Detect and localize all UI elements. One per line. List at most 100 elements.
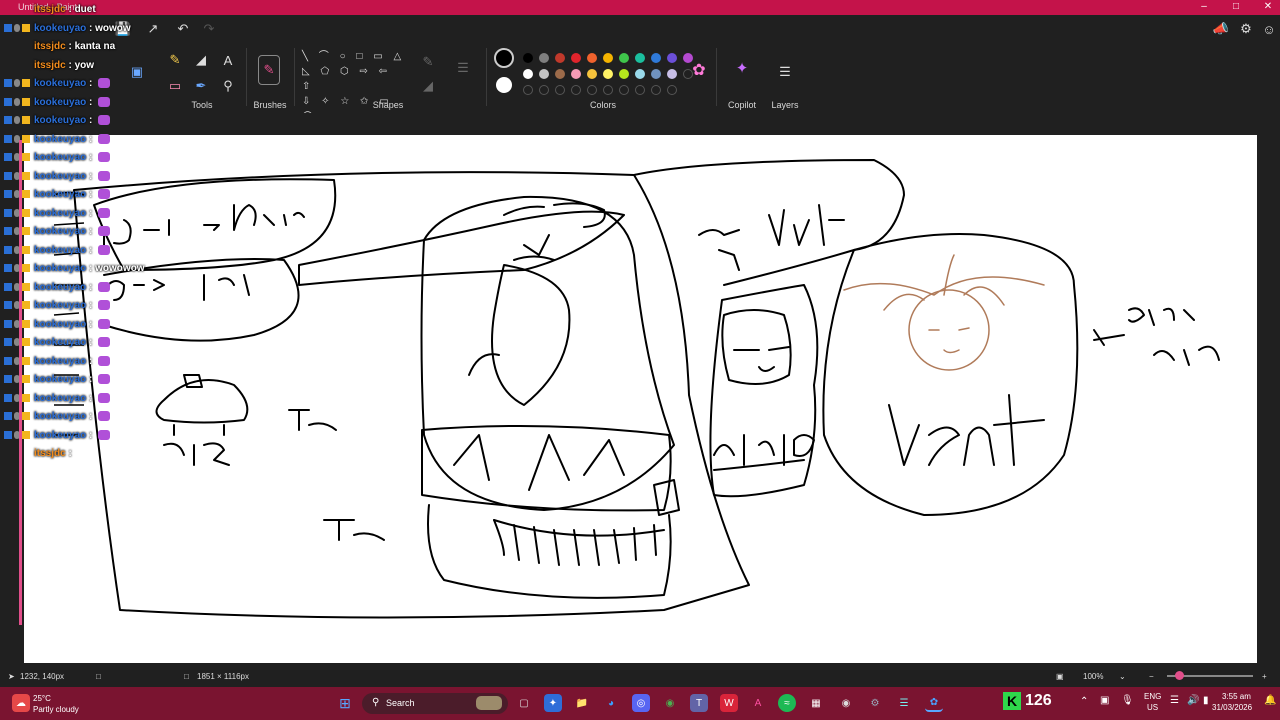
clock-time[interactable]: 3:55 am: [1222, 692, 1251, 701]
primary-color[interactable]: [494, 48, 514, 68]
color-swatch[interactable]: [619, 53, 629, 63]
shapes-group-label: Shapes: [372, 100, 404, 110]
pencil-icon[interactable]: ✎: [164, 49, 186, 71]
color-picker-icon[interactable]: ✒: [190, 75, 212, 97]
brush-icon[interactable]: ✎: [258, 55, 280, 85]
microphone-icon[interactable]: 🎙: [1121, 695, 1134, 706]
color-swatch[interactable]: [635, 69, 645, 79]
secondary-color[interactable]: [496, 77, 512, 93]
fill-icon[interactable]: ◢: [190, 49, 212, 71]
taskbar: ☁ 25°C Partly cloudy ⊞ ⚲ Search ▢ ✦ 📁 ◕ …: [0, 687, 1280, 720]
tray-overflow-icon[interactable]: ⌃: [1080, 696, 1088, 707]
color-swatch[interactable]: [603, 69, 613, 79]
custom-color-slot[interactable]: [651, 85, 661, 95]
maximize-button[interactable]: □: [1220, 0, 1252, 15]
color-swatch[interactable]: [555, 53, 565, 63]
zoom-out-icon[interactable]: −: [1149, 672, 1154, 681]
spotify-icon[interactable]: ≈: [778, 694, 796, 712]
wifi-icon[interactable]: ☰: [1170, 695, 1179, 706]
color-swatch[interactable]: [571, 69, 581, 79]
paint-app-icon[interactable]: ✿: [925, 694, 943, 712]
shape-fill-icon[interactable]: ◢: [417, 75, 439, 97]
notepad-icon[interactable]: ☰: [895, 694, 913, 712]
custom-color-slot[interactable]: [523, 85, 533, 95]
select-icon[interactable]: ▣: [126, 61, 148, 83]
shapes-gallery[interactable]: ╲ ⌒ ○ □ ▭ △◺ ⬠ ⬡ ⇨ ⇦ ⇧⇩ ✧ ☆ ✩ ▭ ◯: [302, 49, 410, 122]
zoom-dropdown-icon[interactable]: ⌄: [1119, 672, 1126, 681]
start-icon[interactable]: ⊞: [336, 694, 354, 712]
color-swatch[interactable]: [523, 53, 533, 63]
edge-icon[interactable]: ◕: [602, 694, 620, 712]
file-explorer-icon[interactable]: 📁: [573, 694, 591, 712]
chat-scroll-bar[interactable]: [19, 140, 22, 625]
color-swatch[interactable]: [555, 69, 565, 79]
shape-size-icon[interactable]: ☰: [452, 57, 474, 79]
status-bar: ➤ 1232, 140px □ □ 1851 × 1116px ▣ 100% ⌄…: [0, 665, 1280, 687]
color-swatch[interactable]: [651, 53, 661, 63]
color-swatch[interactable]: [523, 69, 533, 79]
discord-icon[interactable]: ◎: [632, 694, 650, 712]
feedback-icon[interactable]: 📣: [1210, 18, 1232, 40]
color-swatch[interactable]: [587, 69, 597, 79]
search-box[interactable]: ⚲ Search: [362, 693, 508, 714]
text-icon[interactable]: A: [217, 49, 239, 71]
custom-color-slot[interactable]: [555, 85, 565, 95]
color-swatch[interactable]: [635, 53, 645, 63]
tray-app-icon[interactable]: ▣: [1100, 695, 1109, 706]
undo-icon[interactable]: ↶: [172, 18, 194, 40]
color-swatch[interactable]: [667, 69, 677, 79]
fit-icon[interactable]: ▣: [1056, 672, 1064, 681]
copilot-app-icon[interactable]: ✦: [544, 694, 562, 712]
save-icon[interactable]: 💾: [112, 18, 134, 40]
redo-icon[interactable]: ↷: [198, 18, 220, 40]
custom-color-slot[interactable]: [619, 85, 629, 95]
custom-color-slot[interactable]: [571, 85, 581, 95]
settings-app-icon[interactable]: ⚙: [866, 694, 884, 712]
obs-icon[interactable]: ◉: [837, 694, 855, 712]
canvas-size: 1851 × 1116px: [197, 672, 249, 681]
capcut-icon[interactable]: ▦: [807, 694, 825, 712]
color-swatch[interactable]: [603, 53, 613, 63]
zoom-slider[interactable]: [1167, 671, 1253, 680]
color-swatch[interactable]: [651, 69, 661, 79]
eraser-icon[interactable]: ▭: [164, 75, 186, 97]
custom-color-slot[interactable]: [539, 85, 549, 95]
settings-icon[interactable]: ⚙: [1235, 18, 1257, 40]
edit-colors-icon[interactable]: ✿: [688, 59, 710, 81]
notifications-icon[interactable]: 🔔: [1264, 695, 1276, 706]
language-label[interactable]: ENG: [1144, 692, 1161, 701]
color-swatch[interactable]: [571, 53, 581, 63]
affinity-icon[interactable]: A: [749, 694, 767, 712]
account-icon[interactable]: ☺: [1258, 18, 1280, 40]
minimize-button[interactable]: –: [1188, 0, 1220, 15]
custom-color-slot[interactable]: [603, 85, 613, 95]
shape-outline-icon[interactable]: ✎: [417, 51, 439, 73]
battery-icon[interactable]: ▮: [1203, 695, 1209, 706]
share-icon[interactable]: ↗: [142, 18, 164, 40]
color-swatch[interactable]: [539, 69, 549, 79]
weather-icon[interactable]: ☁: [12, 694, 30, 712]
wps-icon[interactable]: W: [720, 694, 738, 712]
layers-icon[interactable]: ☰: [774, 61, 796, 83]
copilot-icon[interactable]: ✦: [731, 57, 753, 79]
custom-color-slot[interactable]: [587, 85, 597, 95]
brushes-group-label: Brushes: [253, 100, 287, 110]
color-swatch[interactable]: [667, 53, 677, 63]
close-button[interactable]: ✕: [1252, 0, 1280, 15]
color-swatch[interactable]: [539, 53, 549, 63]
teams-icon[interactable]: T: [690, 694, 708, 712]
custom-color-slot[interactable]: [635, 85, 645, 95]
title-bar: Untitled - Paint – □ ✕: [0, 0, 1280, 15]
chrome-icon[interactable]: ◉: [661, 694, 679, 712]
custom-color-slot[interactable]: [667, 85, 677, 95]
zoom-in-icon[interactable]: +: [1262, 672, 1267, 681]
magnifier-icon[interactable]: ⚲: [217, 75, 239, 97]
clock-date[interactable]: 31/03/2026: [1212, 703, 1252, 712]
volume-icon[interactable]: 🔊: [1187, 695, 1199, 706]
region-label[interactable]: US: [1147, 703, 1158, 712]
task-view-icon[interactable]: ▢: [515, 694, 533, 712]
color-swatch[interactable]: [587, 53, 597, 63]
color-swatch[interactable]: [619, 69, 629, 79]
zoom-level[interactable]: 100%: [1083, 672, 1103, 681]
drawing-canvas[interactable]: [24, 135, 1257, 663]
